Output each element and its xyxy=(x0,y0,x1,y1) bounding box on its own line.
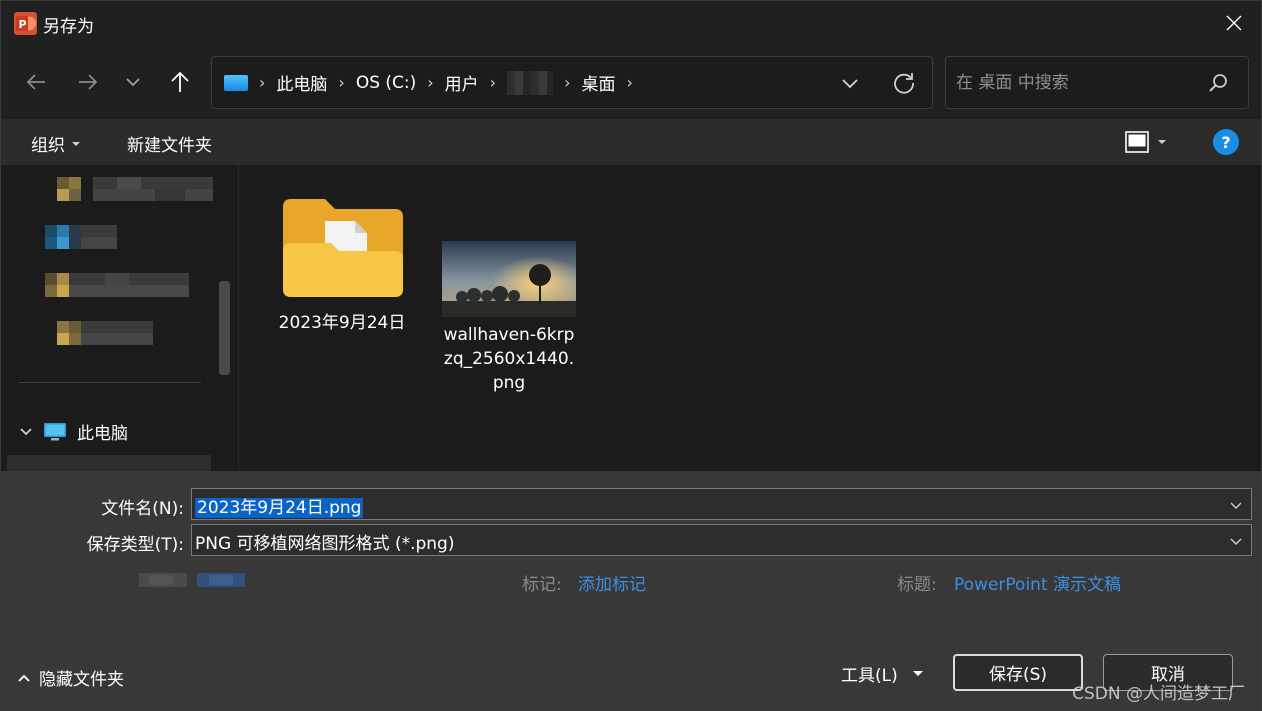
chevron-right-icon: › xyxy=(259,73,266,92)
title-link[interactable]: PowerPoint 演示文稿 xyxy=(954,570,1121,595)
arrow-left-icon xyxy=(26,74,45,90)
folder-item[interactable]: 2023年9月24日 xyxy=(267,191,417,335)
file-name-line: zq_2560x1440. xyxy=(443,349,575,369)
file-name-line: png xyxy=(492,373,526,393)
chevron-down-icon xyxy=(126,78,140,87)
file-name-line: wallhaven-6krp xyxy=(443,325,575,345)
chevron-down-icon[interactable] xyxy=(1229,498,1243,512)
filename-field[interactable]: 2023年9月24日.png xyxy=(191,488,1252,520)
window-title: 另存为 xyxy=(43,17,94,37)
caret-down-icon xyxy=(72,141,80,146)
save-options-panel: 文件名(N): 2023年9月24日.png 保存类型(T): PNG 可移植网… xyxy=(1,471,1261,711)
nav-item-selected-partial[interactable] xyxy=(7,455,211,471)
watermark: CSDN @人间造梦工厂 xyxy=(1072,684,1245,704)
author-redacted xyxy=(139,573,245,587)
nav-item-redacted[interactable] xyxy=(45,177,215,201)
this-pc-label: 此电脑 xyxy=(77,424,128,444)
nav-item-redacted[interactable] xyxy=(45,225,135,249)
folder-icon xyxy=(283,199,403,297)
view-options-button[interactable] xyxy=(1125,129,1177,155)
help-icon[interactable]: ? xyxy=(1213,129,1239,155)
caret-down-icon xyxy=(912,671,923,676)
nav-item-redacted[interactable] xyxy=(45,273,195,297)
add-tags-link[interactable]: 添加标记 xyxy=(578,570,646,595)
chevron-right-icon: › xyxy=(427,73,434,92)
title-bar: P 另存为 xyxy=(1,1,1261,45)
tags-label: 标记: xyxy=(522,575,562,595)
nav-item-this-pc[interactable]: 此电脑 xyxy=(19,419,128,444)
address-dropdown-icon[interactable] xyxy=(838,71,862,95)
this-pc-small-icon xyxy=(224,74,248,91)
organize-label: 组织 xyxy=(31,136,65,156)
nav-scrollbar-thumb[interactable] xyxy=(219,281,230,375)
address-bar[interactable]: › 此电脑 › OS (C:) › 用户 › › 桌面 › xyxy=(211,56,933,109)
organize-menu[interactable]: 组织 xyxy=(31,131,81,156)
chevron-right-icon: › xyxy=(564,73,571,92)
save-as-dialog: P 另存为 › 此电脑 › OS (C:) › 用户 › › 桌面 › 在 桌面… xyxy=(0,0,1262,711)
navigation-pane: 此电脑 xyxy=(1,165,239,471)
image-thumbnail xyxy=(442,241,576,317)
save-label: 保存(S) xyxy=(988,665,1048,685)
nav-item-redacted[interactable] xyxy=(45,321,165,345)
caret-down-icon xyxy=(1158,140,1166,144)
breadcrumb-this-pc[interactable]: 此电脑 xyxy=(276,70,327,95)
breadcrumb-username-redacted[interactable] xyxy=(507,70,554,95)
search-input[interactable] xyxy=(956,71,1206,95)
recent-locations-button[interactable] xyxy=(116,66,150,98)
svg-text:P: P xyxy=(19,18,27,31)
tools-label: 工具(L) xyxy=(841,666,898,686)
computer-icon xyxy=(44,422,66,440)
search-icon[interactable] xyxy=(1208,73,1228,93)
hide-folders-button[interactable]: 隐藏文件夹 xyxy=(17,665,124,690)
new-folder-button[interactable]: 新建文件夹 xyxy=(127,131,212,156)
nav-divider xyxy=(19,382,201,383)
save-button[interactable]: 保存(S) xyxy=(953,654,1083,691)
chevron-down-icon[interactable] xyxy=(1229,534,1243,548)
filetype-label: 保存类型(T): xyxy=(86,535,184,555)
new-folder-label: 新建文件夹 xyxy=(127,136,212,156)
title-label: 标题: xyxy=(897,575,937,595)
forward-button[interactable] xyxy=(71,66,105,98)
close-button[interactable] xyxy=(1211,3,1257,43)
image-file-item[interactable]: wallhaven-6krp zq_2560x1440. png xyxy=(435,241,583,395)
tools-menu[interactable]: 工具(L) xyxy=(841,661,924,686)
chevron-down-icon[interactable] xyxy=(19,427,33,437)
filetype-value: PNG 可移植网络图形格式 (*.png) xyxy=(195,534,455,554)
breadcrumb-drive-c[interactable]: OS (C:) xyxy=(356,73,416,93)
file-list: 2023年9月24日 wallhaven-6krp zq_2560x1440. … xyxy=(241,165,1261,471)
preview-pane-icon xyxy=(1125,131,1149,153)
chevron-right-icon: › xyxy=(489,73,497,92)
filetype-select[interactable]: PNG 可移植网络图形格式 (*.png) xyxy=(191,524,1252,556)
refresh-icon[interactable] xyxy=(890,69,918,97)
filename-selected-text: 2023年9月24日.png xyxy=(195,498,364,518)
content-area: 此电脑 2023年9月24日 wallhaven-6krp zq_2560x14… xyxy=(1,165,1261,471)
filename-value[interactable]: 2023年9月24日.png xyxy=(195,493,364,518)
filename-label: 文件名(N): xyxy=(101,499,184,519)
arrow-right-icon xyxy=(79,74,98,90)
back-button[interactable] xyxy=(19,66,53,98)
command-bar: 组织 新建文件夹 ? xyxy=(1,119,1261,165)
powerpoint-icon: P xyxy=(14,12,37,35)
breadcrumb: › 此电脑 › OS (C:) › 用户 › › 桌面 › xyxy=(224,57,644,108)
search-box[interactable] xyxy=(945,56,1249,109)
help-label: ? xyxy=(1221,132,1231,152)
close-icon xyxy=(1226,15,1242,31)
hide-folders-label: 隐藏文件夹 xyxy=(39,670,124,690)
arrow-up-icon xyxy=(171,71,189,92)
breadcrumb-users[interactable]: 用户 xyxy=(445,70,479,95)
up-button[interactable] xyxy=(163,66,197,98)
chevron-up-icon xyxy=(18,674,30,682)
breadcrumb-desktop[interactable]: 桌面 xyxy=(581,70,615,95)
chevron-right-icon: › xyxy=(626,73,633,92)
navigation-bar: › 此电脑 › OS (C:) › 用户 › › 桌面 › xyxy=(1,45,1261,119)
file-name: 2023年9月24日 xyxy=(278,313,406,333)
chevron-right-icon: › xyxy=(338,73,345,92)
